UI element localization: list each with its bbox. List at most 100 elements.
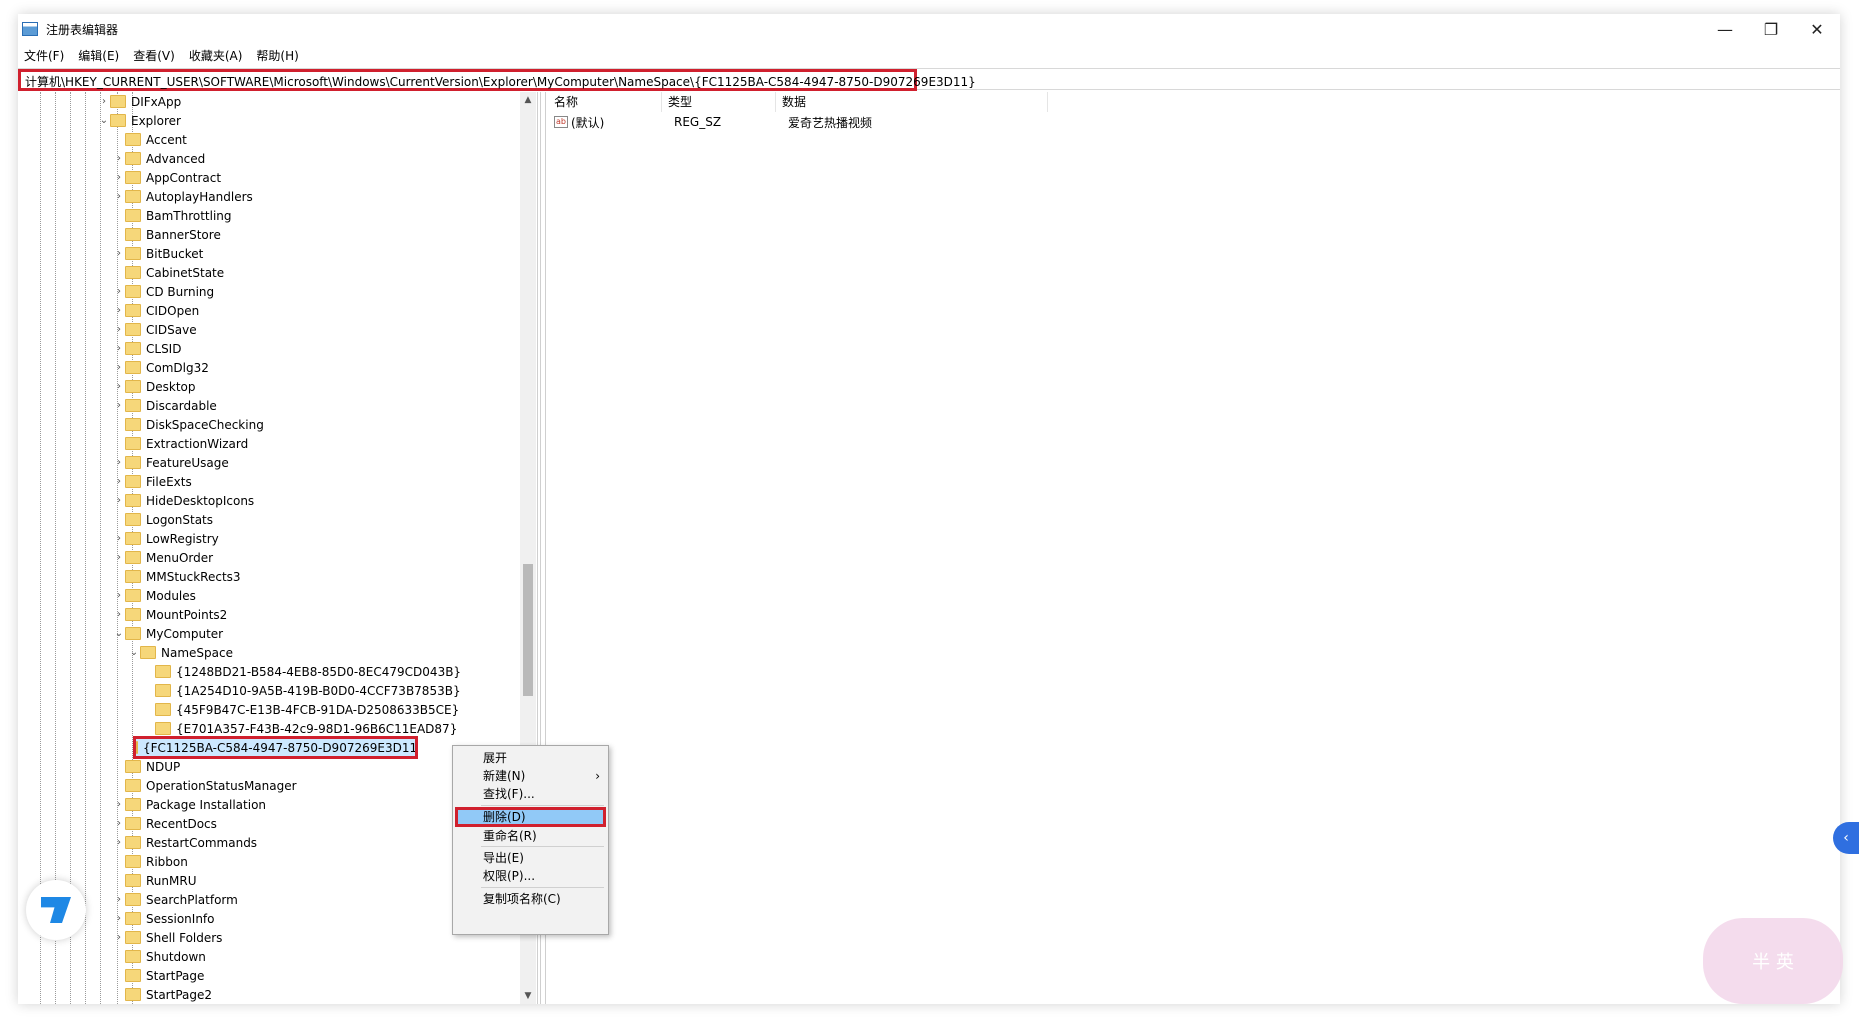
menu-view[interactable]: 查看(V): [133, 47, 175, 64]
tree-expand-chevron-icon[interactable]: ›: [113, 168, 125, 187]
tree-expand-chevron-icon[interactable]: [113, 434, 125, 453]
tree-item[interactable]: › AppContract: [113, 168, 221, 187]
tree-expand-chevron-icon[interactable]: [113, 510, 125, 529]
minimize-button[interactable]: —: [1702, 14, 1748, 44]
tree-item[interactable]: › CIDOpen: [113, 301, 199, 320]
tree-expand-chevron-icon[interactable]: [113, 206, 125, 225]
tree-expand-chevron-icon[interactable]: ›: [113, 282, 125, 301]
tree-item[interactable]: › AutoplayHandlers: [113, 187, 253, 206]
tree-item[interactable]: › Package Installation: [113, 795, 266, 814]
tree-item[interactable]: › Shell Folders: [113, 928, 222, 947]
menu-help[interactable]: 帮助(H): [256, 47, 298, 64]
floating-assistant-button[interactable]: [26, 880, 86, 940]
tree-expand-chevron-icon[interactable]: ›: [113, 605, 125, 624]
tree-expand-chevron-icon[interactable]: ›: [98, 92, 110, 111]
tree-item[interactable]: ⌄ Explorer: [98, 111, 181, 130]
tree-item[interactable]: › DIFxApp: [98, 92, 181, 111]
tree-item[interactable]: › Desktop: [113, 377, 196, 396]
menu-item-export[interactable]: 导出(E): [453, 848, 608, 868]
tree-expand-chevron-icon[interactable]: [113, 947, 125, 966]
tree-item[interactable]: › Modules: [113, 586, 196, 605]
tree-expand-chevron-icon[interactable]: ›: [113, 358, 125, 377]
tree-item[interactable]: BamThrottling: [113, 206, 232, 225]
column-type[interactable]: 类型: [662, 92, 776, 112]
tree-expand-chevron-icon[interactable]: ›: [113, 377, 125, 396]
tree-expand-chevron-icon[interactable]: ›: [113, 548, 125, 567]
tree-item[interactable]: {45F9B47C-E13B-4FCB-91DA-D2508633B5CE}: [143, 700, 459, 719]
menu-item-permissions[interactable]: 权限(P)...: [453, 866, 608, 886]
tree-item[interactable]: NDUP: [113, 757, 180, 776]
tree-expand-chevron-icon[interactable]: ›: [113, 301, 125, 320]
menu-favorites[interactable]: 收藏夹(A): [189, 47, 243, 64]
tree-expand-chevron-icon[interactable]: ›: [113, 529, 125, 548]
tree-expand-chevron-icon[interactable]: ›: [113, 453, 125, 472]
menu-item-delete[interactable]: 删除(D): [455, 807, 606, 827]
tree-item[interactable]: › ComDlg32: [113, 358, 209, 377]
tree-item[interactable]: › CLSID: [113, 339, 181, 358]
tree-expand-chevron-icon[interactable]: [143, 681, 155, 700]
tree-item[interactable]: › Discardable: [113, 396, 217, 415]
value-row[interactable]: ab (默认) REG_SZ 爱奇艺热播视频: [548, 112, 872, 132]
tree-expand-chevron-icon[interactable]: [113, 985, 125, 1004]
tree-item[interactable]: LogonStats: [113, 510, 213, 529]
scroll-thumb[interactable]: [523, 564, 533, 696]
tree-expand-chevron-icon[interactable]: [113, 757, 125, 776]
tree-expand-chevron-icon[interactable]: [113, 263, 125, 282]
menu-item-copy-key-name[interactable]: 复制项名称(C): [453, 889, 608, 909]
tree-item[interactable]: › MenuOrder: [113, 548, 213, 567]
tree-item[interactable]: Accent: [113, 130, 187, 149]
tree-expand-chevron-icon[interactable]: ›: [113, 187, 125, 206]
tree-expand-chevron-icon[interactable]: ›: [113, 244, 125, 263]
tree-item[interactable]: {1248BD21-B584-4EB8-85D0-8EC479CD043B}: [143, 662, 461, 681]
menu-item-find[interactable]: 查找(F)...: [453, 784, 608, 804]
scroll-down-arrow-icon[interactable]: ▼: [520, 988, 536, 1004]
tree-item[interactable]: › HideDesktopIcons: [113, 491, 254, 510]
tree-expand-chevron-icon[interactable]: [113, 225, 125, 244]
tree-item[interactable]: › CIDSave: [113, 320, 197, 339]
tree-item[interactable]: › RestartCommands: [113, 833, 257, 852]
tree-item[interactable]: › MountPoints2: [113, 605, 227, 624]
tree-item[interactable]: BannerStore: [113, 225, 221, 244]
tree-item[interactable]: ExtractionWizard: [113, 434, 248, 453]
menu-item-rename[interactable]: 重命名(R): [453, 826, 608, 846]
address-path[interactable]: 计算机\HKEY_CURRENT_USER\SOFTWARE\Microsoft…: [18, 69, 976, 91]
address-bar[interactable]: 计算机\HKEY_CURRENT_USER\SOFTWARE\Microsoft…: [18, 68, 1840, 91]
tree-expand-chevron-icon[interactable]: [113, 852, 125, 871]
tree-expand-chevron-icon[interactable]: ›: [113, 890, 125, 909]
tree-expand-chevron-icon[interactable]: ›: [113, 909, 125, 928]
tree-item[interactable]: › FeatureUsage: [113, 453, 229, 472]
tree-expand-chevron-icon[interactable]: [143, 700, 155, 719]
tree-expand-chevron-icon[interactable]: [113, 776, 125, 795]
menu-item-expand[interactable]: 展开: [453, 748, 608, 768]
tree-expand-chevron-icon[interactable]: [113, 567, 125, 586]
tree-item[interactable]: {1A254D10-9A5B-419B-B0D0-4CCF73B7853B}: [143, 681, 461, 700]
tree-item[interactable]: OperationStatusManager: [113, 776, 297, 795]
column-data[interactable]: 数据: [776, 92, 1048, 112]
tree-expand-chevron-icon[interactable]: [143, 662, 155, 681]
tree-item[interactable]: RunMRU: [113, 871, 196, 890]
scroll-up-arrow-icon[interactable]: ▲: [520, 92, 536, 108]
tree-item[interactable]: MMStuckRects3: [113, 567, 241, 586]
menu-item-new[interactable]: 新建(N) ›: [453, 766, 608, 786]
tree-expand-chevron-icon[interactable]: ›: [113, 586, 125, 605]
maximize-button[interactable]: ❐: [1748, 14, 1794, 44]
tree-expand-chevron-icon[interactable]: ⌄: [128, 643, 140, 662]
tree-item[interactable]: › RecentDocs: [113, 814, 217, 833]
menu-edit[interactable]: 编辑(E): [78, 47, 119, 64]
tree-item-selected[interactable]: {FC1125BA-C584-4947-8750-D907269E3D11: [133, 736, 418, 759]
tree-expand-chevron-icon[interactable]: ›: [113, 814, 125, 833]
collapse-tab-chevron-icon[interactable]: ‹: [1833, 822, 1859, 854]
tree-expand-chevron-icon[interactable]: ›: [113, 795, 125, 814]
tree-expand-chevron-icon[interactable]: ›: [113, 396, 125, 415]
tree-expand-chevron-icon[interactable]: ›: [113, 149, 125, 168]
tree-expand-chevron-icon[interactable]: ›: [113, 833, 125, 852]
tree-item[interactable]: Shutdown: [113, 947, 206, 966]
tree-item[interactable]: › FileExts: [113, 472, 192, 491]
column-name[interactable]: 名称: [548, 92, 662, 112]
tree-expand-chevron-icon[interactable]: [113, 966, 125, 985]
tree-item[interactable]: › CD Burning: [113, 282, 214, 301]
tree-expand-chevron-icon[interactable]: [113, 415, 125, 434]
tree-item[interactable]: › Advanced: [113, 149, 205, 168]
tree-expand-chevron-icon[interactable]: ›: [113, 320, 125, 339]
tree-expand-chevron-icon[interactable]: [113, 130, 125, 149]
